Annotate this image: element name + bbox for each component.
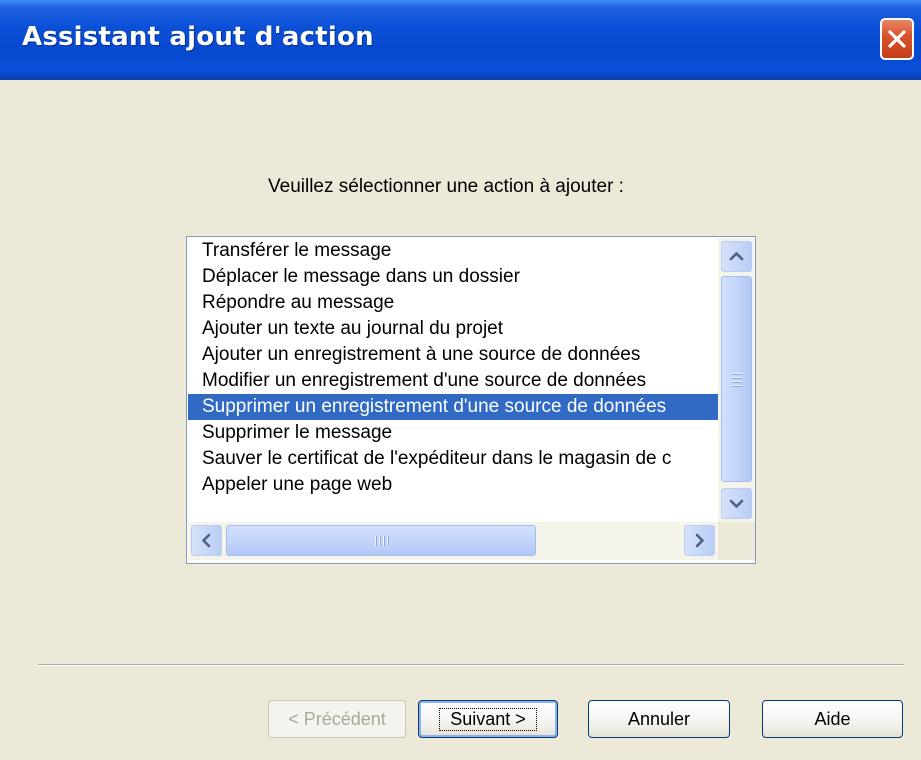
help-button[interactable]: Aide — [762, 700, 903, 738]
list-item[interactable]: Ajouter un enregistrement à une source d… — [188, 342, 718, 368]
action-list: Transférer le message Déplacer le message… — [188, 238, 718, 522]
instruction-label: Veuillez sélectionner une action à ajout… — [268, 176, 624, 197]
cancel-button-label: Annuler — [627, 708, 691, 729]
chevron-down-icon — [729, 499, 744, 508]
list-item[interactable]: Supprimer le message — [188, 420, 718, 446]
list-item[interactable]: Déplacer le message dans un dossier — [188, 264, 718, 290]
list-item[interactable]: Sauver le certificat de l'expéditeur dan… — [188, 446, 718, 472]
scroll-down-button[interactable] — [721, 488, 752, 519]
list-item[interactable]: Supprimer un enregistrement d'une source… — [188, 394, 718, 420]
list-item[interactable]: Modifier un enregistrement d'une source … — [188, 368, 718, 394]
list-item[interactable]: Répondre au message — [188, 290, 718, 316]
title-bar: Assistant ajout d'action — [0, 0, 921, 80]
chevron-up-icon — [729, 252, 744, 261]
list-item[interactable]: Appeler une page web — [188, 472, 718, 498]
grip-icon — [732, 373, 742, 389]
horizontal-scroll-thumb[interactable] — [226, 525, 536, 556]
previous-button[interactable]: < Précédent — [268, 700, 406, 738]
chevron-left-icon — [202, 533, 211, 548]
next-button[interactable]: Suivant > — [418, 700, 558, 738]
scrollbar-corner — [718, 522, 755, 560]
separator — [38, 664, 904, 666]
scroll-left-button[interactable] — [191, 525, 222, 556]
chevron-right-icon — [695, 533, 704, 548]
list-item[interactable]: Transférer le message — [188, 238, 718, 264]
horizontal-scrollbar[interactable] — [188, 522, 718, 560]
list-item[interactable]: Ajouter un texte au journal du projet — [188, 316, 718, 342]
close-x-icon — [888, 30, 906, 48]
scroll-up-button[interactable] — [721, 241, 752, 272]
previous-button-label: < Précédent — [288, 708, 386, 729]
next-button-label: Suivant > — [439, 707, 537, 731]
cancel-button[interactable]: Annuler — [588, 700, 730, 738]
action-listbox[interactable]: Transférer le message Déplacer le message… — [186, 236, 756, 564]
vertical-scrollbar[interactable] — [718, 238, 755, 522]
help-button-label: Aide — [814, 708, 851, 729]
window-title: Assistant ajout d'action — [22, 22, 374, 52]
vertical-scroll-thumb[interactable] — [721, 276, 752, 482]
scroll-right-button[interactable] — [684, 525, 715, 556]
grip-icon — [375, 536, 391, 546]
close-button[interactable] — [880, 18, 914, 60]
